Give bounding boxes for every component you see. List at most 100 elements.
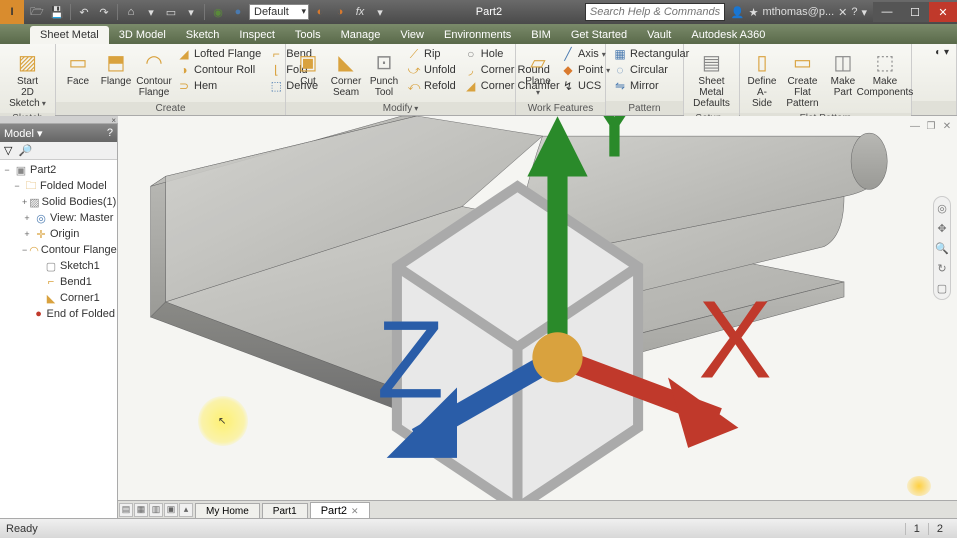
punch-tool-button[interactable]: ⊡ Punch Tool [366, 46, 402, 100]
hem-icon: ⊃ [177, 79, 191, 93]
favorite-icon[interactable]: ★ [749, 6, 759, 19]
browser-help-icon[interactable]: ? [107, 127, 113, 139]
redo-icon[interactable]: ↷ [95, 3, 113, 21]
tree-sketch[interactable]: ▢Sketch1 [2, 258, 115, 274]
create-flat-pattern-button[interactable]: ▭ Create Flat Pattern [782, 46, 823, 111]
undo-icon[interactable]: ↶ [75, 3, 93, 21]
home-icon[interactable]: ⌂ [122, 3, 140, 21]
tree-end-of-folded[interactable]: ●End of Folded [2, 306, 115, 322]
sheet-metal-defaults-button[interactable]: ▤ Sheet Metal Defaults [688, 46, 735, 111]
viewport[interactable]: — ❐ ✕ [118, 116, 957, 518]
mirror-button[interactable]: ⇋Mirror [610, 78, 692, 94]
contour-roll-button[interactable]: ◑Contour Roll [174, 62, 264, 78]
find-icon[interactable]: 🔎 [18, 144, 32, 157]
tab-layout-4-icon[interactable]: ▣ [164, 503, 178, 517]
rip-button[interactable]: ⟋Rip [404, 46, 459, 62]
point-button[interactable]: ◆Point [558, 62, 613, 78]
tab-vault[interactable]: Vault [637, 26, 681, 44]
dropdown-icon[interactable]: ▾ [861, 6, 867, 19]
tree-label: Origin [50, 228, 79, 240]
plane-button[interactable]: ▱ Plane [520, 46, 556, 100]
tree-label: Sketch1 [60, 260, 100, 272]
circular-button[interactable]: ◌Circular [610, 62, 692, 78]
status-page-2[interactable]: 2 [928, 523, 951, 535]
define-aside-button[interactable]: ▯ Define A-Side [744, 46, 780, 111]
tab-scroll-icon[interactable]: ▴ [179, 503, 193, 517]
color-icon[interactable]: ◐ [311, 3, 329, 21]
make-components-button[interactable]: ⬚ Make Components [863, 46, 907, 100]
unfold-button[interactable]: ⤻Unfold [404, 62, 459, 78]
save-icon[interactable]: 💾 [48, 3, 66, 21]
contour-flange-button[interactable]: ◠ Contour Flange [136, 46, 172, 100]
tab-sheet-metal[interactable]: Sheet Metal [30, 26, 109, 44]
label: Sheet Metal [692, 76, 731, 98]
fold-icon: ⌊ [269, 63, 283, 77]
tab-layout-1-icon[interactable]: ▤ [119, 503, 133, 517]
tab-tools[interactable]: Tools [285, 26, 331, 44]
tree-folded-model[interactable]: −🗀Folded Model [2, 178, 115, 194]
close-signin-icon[interactable]: ✕ [838, 6, 847, 19]
tab-layout-3-icon[interactable]: ▥ [149, 503, 163, 517]
start-2d-sketch-button[interactable]: ▨ Start 2D Sketch [4, 46, 51, 111]
tab-part1[interactable]: Part1 [262, 503, 308, 519]
flange-button[interactable]: ⬒ Flange [98, 46, 134, 89]
ribbon-options-icon[interactable]: ◐ ▾ [932, 46, 952, 59]
sign-in-icon[interactable]: 👤 [731, 6, 745, 19]
close-tab-icon[interactable]: ✕ [351, 506, 359, 516]
tree-solid-bodies[interactable]: +▨Solid Bodies(1) [2, 194, 115, 210]
browser-drag-bar[interactable]: × [0, 116, 118, 124]
cut-button[interactable]: ▣ Cut [290, 46, 326, 89]
axis-button[interactable]: ╱Axis [558, 46, 613, 62]
fx-icon[interactable]: fx [351, 3, 369, 21]
defaults-icon: ▤ [698, 48, 726, 76]
help-icon[interactable]: ? [851, 6, 857, 18]
user-name[interactable]: mthomas@p... [762, 6, 834, 18]
tab-inspect[interactable]: Inspect [229, 26, 284, 44]
tab-manage[interactable]: Manage [331, 26, 391, 44]
make-part-button[interactable]: ◫ Make Part [825, 46, 861, 100]
ucs-button[interactable]: ↯UCS [558, 78, 613, 94]
refold-button[interactable]: ⤺Refold [404, 78, 459, 94]
lofted-flange-button[interactable]: ◢Lofted Flange [174, 46, 264, 62]
tab-my-home[interactable]: My Home [195, 503, 260, 519]
tab-sketch[interactable]: Sketch [176, 26, 230, 44]
face-button[interactable]: ▭ Face [60, 46, 96, 89]
axis-icon: ╱ [561, 47, 575, 61]
tree-view[interactable]: +◎View: Master [2, 210, 115, 226]
filter-icon[interactable]: ▽ [4, 144, 12, 157]
select-icon[interactable]: ▭ [162, 3, 180, 21]
dropdown-icon[interactable]: ▾ [142, 3, 160, 21]
hem-button[interactable]: ⊃Hem [174, 78, 264, 94]
material-icon[interactable]: ◉ [209, 3, 227, 21]
appearance-icon[interactable]: ● [229, 3, 247, 21]
tab-a360[interactable]: Autodesk A360 [681, 26, 775, 44]
tree-label: End of Folded [47, 308, 116, 320]
tree-origin[interactable]: +✛Origin [2, 226, 115, 242]
maximize-button[interactable]: ☐ [901, 2, 929, 22]
tab-environments[interactable]: Environments [434, 26, 521, 44]
tab-3d-model[interactable]: 3D Model [109, 26, 176, 44]
panel-label[interactable]: Modify [286, 102, 515, 115]
tree-corner[interactable]: ◣Corner1 [2, 290, 115, 306]
tab-bim[interactable]: BIM [521, 26, 561, 44]
dropdown-icon[interactable]: ▾ [371, 3, 389, 21]
tree-bend[interactable]: ⌐Bend1 [2, 274, 115, 290]
dropdown-icon[interactable]: ▾ [182, 3, 200, 21]
tab-part2[interactable]: Part2✕ [310, 502, 370, 519]
app-icon[interactable]: I [0, 0, 24, 24]
search-input[interactable] [585, 3, 725, 21]
tree-root[interactable]: −▣Part2 [2, 162, 115, 178]
tab-get-started[interactable]: Get Started [561, 26, 637, 44]
tab-layout-2-icon[interactable]: ▦ [134, 503, 148, 517]
color-override-icon[interactable]: ◑ [331, 3, 349, 21]
open-icon[interactable]: 🗁 [28, 3, 46, 21]
corner-seam-button[interactable]: ◣ Corner Seam [328, 46, 364, 100]
rectangular-button[interactable]: ▦Rectangular [610, 46, 692, 62]
tree-contour-flange[interactable]: −◠Contour Flange1 [2, 242, 115, 258]
close-button[interactable]: ✕ [929, 2, 957, 22]
status-page-1[interactable]: 1 [905, 523, 928, 535]
style-dropdown[interactable]: Default [249, 4, 309, 20]
tab-view[interactable]: View [390, 26, 434, 44]
minimize-button[interactable]: — [873, 2, 901, 22]
label: Make [873, 76, 897, 87]
